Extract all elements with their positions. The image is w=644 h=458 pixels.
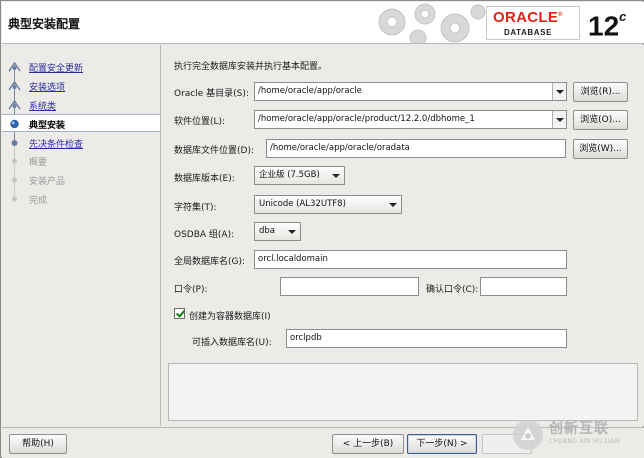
nav-item-system-class[interactable]: 系统类 bbox=[2, 96, 160, 114]
watermark: 创新互联 CHUANG XIN HU LIAN bbox=[501, 412, 644, 458]
charset-select[interactable]: Unicode (AL32UTF8) bbox=[254, 195, 402, 214]
oracle-logo: ORACLE® DATABASE bbox=[486, 6, 580, 40]
pdb-name-label: 可插入数据库名(U): bbox=[192, 338, 272, 348]
charset-label: 字符集(T): bbox=[174, 203, 217, 213]
chevron-down-icon[interactable] bbox=[552, 83, 566, 100]
osdba-label: OSDBA 组(A): bbox=[174, 230, 235, 240]
version-logo: 12c bbox=[588, 9, 627, 42]
nav-item-install-option[interactable]: 安装选项 bbox=[2, 77, 160, 95]
gears-decoration bbox=[378, 3, 486, 43]
nav-item-security-updates[interactable]: 配置安全更新 bbox=[2, 58, 160, 76]
db-edition-label: 数据库版本(E): bbox=[174, 174, 235, 184]
software-loc-combo[interactable]: /home/oracle/app/oracle/product/12.2.0/d… bbox=[254, 110, 567, 129]
datafile-loc-input[interactable]: /home/oracle/app/oracle/oradata bbox=[266, 139, 566, 158]
step-dot-icon bbox=[11, 140, 18, 146]
browse-base-dir-button[interactable]: 浏览(R)... bbox=[573, 82, 628, 102]
global-db-name-label: 全局数据库名(G): bbox=[174, 257, 246, 267]
page-title: 典型安装配置 bbox=[8, 17, 81, 31]
nav-item-finish: 完成 bbox=[2, 190, 160, 208]
global-db-name-input[interactable]: orcl.localdomain bbox=[254, 250, 567, 269]
db-edition-select[interactable]: 企业版 (7.5GB) bbox=[254, 166, 345, 185]
step-navigation: 配置安全更新 安装选项 系统类 典型安装 先决条件检查 概要 安装产品 完成 bbox=[2, 45, 161, 426]
base-dir-label: Oracle 基目录(S): bbox=[174, 89, 249, 99]
next-button[interactable]: 下一步(N) > bbox=[407, 434, 477, 454]
container-db-label[interactable]: 创建为容器数据库(I) bbox=[189, 309, 271, 322]
pdb-name-input[interactable]: orclpdb bbox=[286, 329, 567, 348]
completed-step-icon bbox=[8, 62, 21, 72]
password-input[interactable] bbox=[280, 277, 419, 296]
chevron-down-icon[interactable] bbox=[552, 111, 566, 128]
base-dir-combo[interactable]: /home/oracle/app/oracle bbox=[254, 82, 567, 101]
intro-text: 执行完全数据库安装并执行基本配置。 bbox=[174, 62, 328, 72]
container-db-checkbox[interactable] bbox=[174, 308, 185, 319]
osdba-select[interactable]: dba bbox=[254, 222, 301, 241]
confirm-password-input[interactable] bbox=[480, 277, 567, 296]
password-label: 口令(P): bbox=[174, 285, 208, 295]
step-dot-icon bbox=[11, 196, 18, 202]
main-content: 执行完全数据库安装并执行基本配置。 Oracle 基目录(S): /home/o… bbox=[162, 45, 644, 426]
confirm-password-label: 确认口令(C): bbox=[426, 285, 479, 295]
nav-item-summary: 概要 bbox=[2, 152, 160, 170]
step-dot-icon bbox=[11, 177, 18, 183]
software-loc-label: 软件位置(L): bbox=[174, 117, 226, 127]
browse-software-loc-button[interactable]: 浏览(O)... bbox=[573, 110, 628, 130]
back-button[interactable]: < 上一步(B) bbox=[332, 434, 404, 454]
installer-window: 典型安装配置 ORACLE® DATABASE 12c 配置安全更新 安装选项 … bbox=[0, 0, 644, 458]
watermark-logo-icon bbox=[513, 420, 543, 450]
browse-datafile-loc-button[interactable]: 浏览(W)... bbox=[573, 139, 628, 159]
step-dot-icon bbox=[11, 158, 18, 164]
nav-item-install-product: 安装产品 bbox=[2, 171, 160, 189]
completed-step-icon bbox=[8, 81, 21, 91]
header: 典型安装配置 ORACLE® DATABASE 12c bbox=[2, 2, 644, 44]
nav-item-typical-install[interactable]: 典型安装 bbox=[2, 114, 160, 132]
completed-step-icon bbox=[8, 100, 21, 110]
help-button[interactable]: 帮助(H) bbox=[9, 434, 67, 454]
datafile-loc-label: 数据库文件位置(D): bbox=[174, 146, 254, 156]
current-step-icon bbox=[10, 119, 19, 129]
nav-item-prereq-checks[interactable]: 先决条件检查 bbox=[2, 134, 160, 152]
